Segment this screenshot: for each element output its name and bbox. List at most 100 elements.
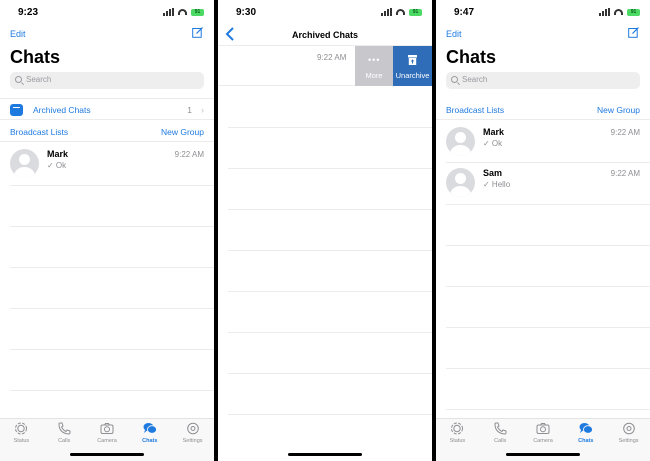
- unarchive-button[interactable]: Unarchive: [393, 46, 432, 86]
- tab-label: Camera: [97, 438, 117, 444]
- row-divider: [10, 185, 214, 186]
- chat-name: Mark: [47, 149, 69, 159]
- avatar: [446, 127, 475, 156]
- tab-camera[interactable]: Camera: [522, 419, 565, 449]
- tab-label: Status: [449, 438, 466, 444]
- tab-label: Settings: [182, 438, 203, 444]
- signal-icon: [163, 8, 174, 16]
- edit-button[interactable]: Edit: [446, 29, 462, 39]
- tab-chats[interactable]: Chats: [128, 419, 171, 449]
- search-input[interactable]: Search: [446, 72, 640, 89]
- chats-icon: [579, 423, 593, 434]
- chat-last-message: ✓ Hello: [483, 180, 511, 189]
- chat-time: 9:22 AM: [610, 128, 640, 137]
- tab-label: Chats: [578, 438, 594, 444]
- home-indicator[interactable]: [288, 453, 362, 456]
- chat-time: 9:22 AM: [610, 169, 640, 178]
- page-title: Chats: [446, 47, 497, 67]
- row-divider: [228, 373, 432, 374]
- compose-icon[interactable]: [192, 27, 204, 38]
- battery-icon: 91: [191, 8, 204, 16]
- broadcast-lists-link[interactable]: Broadcast Lists: [10, 127, 68, 137]
- tab-label: Camera: [533, 438, 553, 444]
- chat-last-message: ✓ Ok: [483, 139, 503, 148]
- status-time: 9:47: [454, 7, 475, 18]
- home-indicator[interactable]: [70, 453, 144, 456]
- battery-icon: 91: [409, 8, 422, 16]
- archived-count: 1: [187, 105, 192, 115]
- compose-icon[interactable]: [628, 27, 640, 38]
- archived-chat-row-swiped[interactable]: 9:22 AM ••• More Unarchive: [218, 45, 432, 86]
- camera-icon: [100, 423, 114, 434]
- signal-icon: [599, 8, 610, 16]
- chat-row[interactable]: Mark 9:22 AM ✓ Ok: [436, 121, 650, 163]
- avatar: [10, 149, 39, 178]
- chat-time: 9:22 AM: [174, 150, 204, 159]
- archived-chats-screen: 9:30 91 Archived Chats 9:22 AM ••• More …: [218, 0, 432, 461]
- lists-row: Broadcast Lists New Group: [0, 122, 214, 142]
- status-icon: [451, 422, 464, 435]
- row-divider: [446, 245, 650, 246]
- phone-icon: [58, 422, 71, 435]
- wifi-icon: [396, 9, 405, 15]
- broadcast-lists-link[interactable]: Broadcast Lists: [446, 105, 504, 115]
- status-time: 9:30: [236, 7, 257, 18]
- wifi-icon: [178, 9, 187, 15]
- tab-status[interactable]: Status: [0, 419, 43, 449]
- more-dots-icon: •••: [368, 55, 381, 65]
- status-time: 9:23: [18, 7, 39, 18]
- search-input[interactable]: Search: [10, 72, 204, 89]
- chats-screen-after: 9:47 91 Edit Chats Search Broadcast List…: [436, 0, 650, 461]
- chat-name: Mark: [483, 127, 505, 137]
- tab-label: Calls: [494, 438, 507, 444]
- wifi-icon: [614, 9, 623, 15]
- row-divider: [446, 409, 650, 410]
- row-divider: [10, 267, 214, 268]
- chevron-right-icon: ›: [201, 105, 204, 115]
- unarchive-icon: [408, 55, 417, 65]
- tab-label: Chats: [142, 438, 158, 444]
- new-group-link[interactable]: New Group: [597, 105, 640, 115]
- tab-camera[interactable]: Camera: [86, 419, 129, 449]
- chats-icon: [143, 423, 157, 434]
- status-bar: 9:23 91: [0, 0, 214, 24]
- battery-icon: 91: [627, 8, 640, 16]
- tab-settings[interactable]: Settings: [607, 419, 650, 449]
- status-icon: [15, 422, 28, 435]
- row-divider: [228, 127, 432, 128]
- home-indicator[interactable]: [506, 453, 580, 456]
- gear-icon: [622, 422, 635, 435]
- tab-chats[interactable]: Chats: [564, 419, 607, 449]
- archived-chats-row[interactable]: Archived Chats 1 ›: [0, 98, 214, 120]
- new-group-link[interactable]: New Group: [161, 127, 204, 137]
- tab-calls[interactable]: Calls: [479, 419, 522, 449]
- page-title: Chats: [10, 47, 61, 67]
- row-divider: [10, 390, 214, 391]
- nav-title: Archived Chats: [291, 30, 359, 40]
- tab-label: Settings: [618, 438, 639, 444]
- row-divider: [228, 414, 432, 415]
- search-icon: [451, 76, 458, 83]
- chats-screen-before: 9:23 91 Edit Chats Search Archived Chats…: [0, 0, 214, 461]
- search-placeholder: Search: [462, 75, 488, 84]
- archived-chats-label: Archived Chats: [33, 105, 91, 115]
- tab-calls[interactable]: Calls: [43, 419, 86, 449]
- more-label: More: [365, 71, 383, 80]
- tab-status[interactable]: Status: [436, 419, 479, 449]
- search-placeholder: Search: [26, 75, 52, 84]
- status-bar: 9:30 91: [218, 0, 432, 24]
- archive-icon: [10, 104, 23, 116]
- row-divider: [228, 209, 432, 210]
- camera-icon: [536, 423, 550, 434]
- chat-row[interactable]: Sam 9:22 AM ✓ Hello: [436, 162, 650, 204]
- row-divider: [228, 291, 432, 292]
- row-divider: [228, 332, 432, 333]
- row-divider: [446, 327, 650, 328]
- lists-row: Broadcast Lists New Group: [436, 100, 650, 120]
- chat-row[interactable]: Mark 9:22 AM ✓ Ok: [0, 143, 214, 185]
- unarchive-label: Unarchive: [395, 71, 430, 80]
- edit-button[interactable]: Edit: [10, 29, 26, 39]
- more-button[interactable]: ••• More: [355, 46, 393, 86]
- row-divider: [10, 349, 214, 350]
- tab-settings[interactable]: Settings: [171, 419, 214, 449]
